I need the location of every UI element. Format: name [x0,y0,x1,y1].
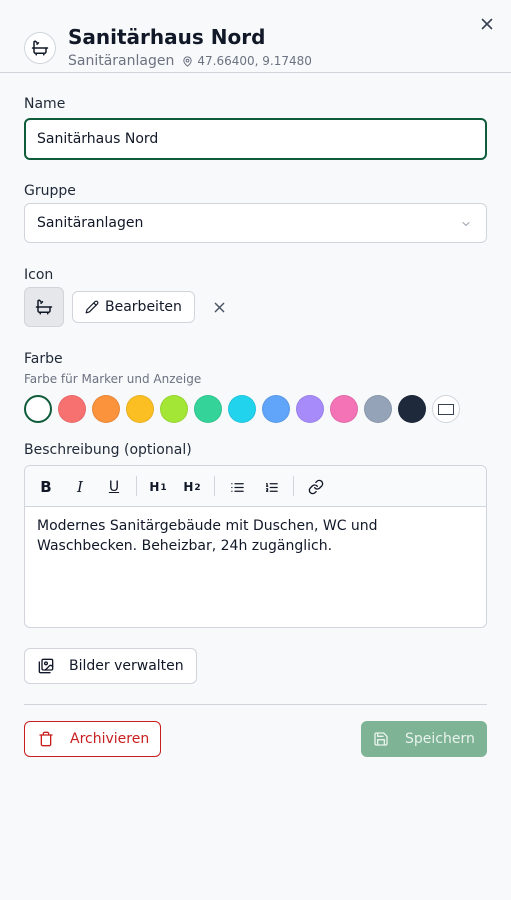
save-label: Speichern [405,731,475,747]
color-swatch[interactable] [194,395,222,423]
toolbar-divider [214,476,215,496]
italic-button[interactable]: I [67,474,93,500]
edit-icon-button[interactable]: Bearbeiten [72,291,195,323]
description-label: Beschreibung (optional) [24,442,192,458]
icon-label: Icon [24,267,54,283]
group-label: Gruppe [24,183,76,199]
manage-images-button[interactable]: Bilder verwalten [24,648,197,684]
icon-preview [24,287,64,327]
no-color-icon [438,403,454,415]
group-select[interactable]: Sanitäranlagen [24,203,487,243]
page-title: Sanitärhaus Nord [68,25,266,49]
heading-1-button[interactable]: H1 [145,474,171,500]
color-swatch[interactable] [364,395,392,423]
header-group: Sanitäranlagen [68,53,175,69]
save-icon [373,731,389,747]
no-color-swatch[interactable] [432,395,460,423]
color-swatch[interactable] [24,395,52,423]
color-swatch[interactable] [330,395,358,423]
editor-toolbar: B I U H1 H2 [25,466,486,507]
dialog-header: Sanitärhaus Nord Sanitäranlagen 47.66400… [0,0,511,73]
link-icon[interactable] [303,474,329,500]
bold-button[interactable]: B [33,474,59,500]
underline-button[interactable]: U [101,474,127,500]
color-swatch[interactable] [262,395,290,423]
toolbar-divider [136,476,137,496]
group-select-value: Sanitäranlagen [37,215,144,231]
color-swatch[interactable] [126,395,154,423]
header-subtitle: Sanitäranlagen 47.66400, 9.17480 [68,53,312,69]
color-swatch[interactable] [398,395,426,423]
color-hint: Farbe für Marker und Anzeige [24,372,202,386]
bathtub-icon [24,32,56,64]
manage-images-label: Bilder verwalten [69,658,184,674]
color-swatch[interactable] [92,395,120,423]
pencil-icon [85,300,99,314]
name-input[interactable] [24,118,487,160]
heading-2-level: 2 [194,483,201,493]
clear-icon-button[interactable] [211,299,227,315]
close-icon[interactable] [478,15,496,33]
images-icon [38,658,54,674]
heading-2-letter: H [183,480,194,494]
chevron-down-icon [460,218,472,234]
archive-label: Archivieren [70,731,150,747]
description-text[interactable]: Modernes Sanitärgebäude mit Duschen, WC … [37,516,474,556]
name-label: Name [24,96,66,112]
heading-1-letter: H [149,480,160,494]
archive-button[interactable]: Archivieren [24,721,161,757]
toolbar-divider [293,476,294,496]
color-swatch[interactable] [296,395,324,423]
ordered-list-icon[interactable] [258,474,284,500]
bullet-list-icon[interactable] [224,474,250,500]
heading-1-level: 1 [160,483,167,493]
bathtub-icon [35,298,53,316]
color-label: Farbe [24,351,63,367]
footer-divider [24,704,487,705]
color-swatch[interactable] [228,395,256,423]
map-pin-icon [182,55,193,67]
trash-icon [38,731,54,747]
edit-icon-label: Bearbeiten [105,299,182,315]
save-button[interactable]: Speichern [361,721,487,757]
rich-text-editor: B I U H1 H2 Modernes Sanitärgebäude mit … [24,465,487,628]
header-coordinates: 47.66400, 9.17480 [197,54,312,68]
color-swatches [24,395,464,423]
color-swatch[interactable] [58,395,86,423]
heading-2-button[interactable]: H2 [179,474,205,500]
color-swatch[interactable] [160,395,188,423]
